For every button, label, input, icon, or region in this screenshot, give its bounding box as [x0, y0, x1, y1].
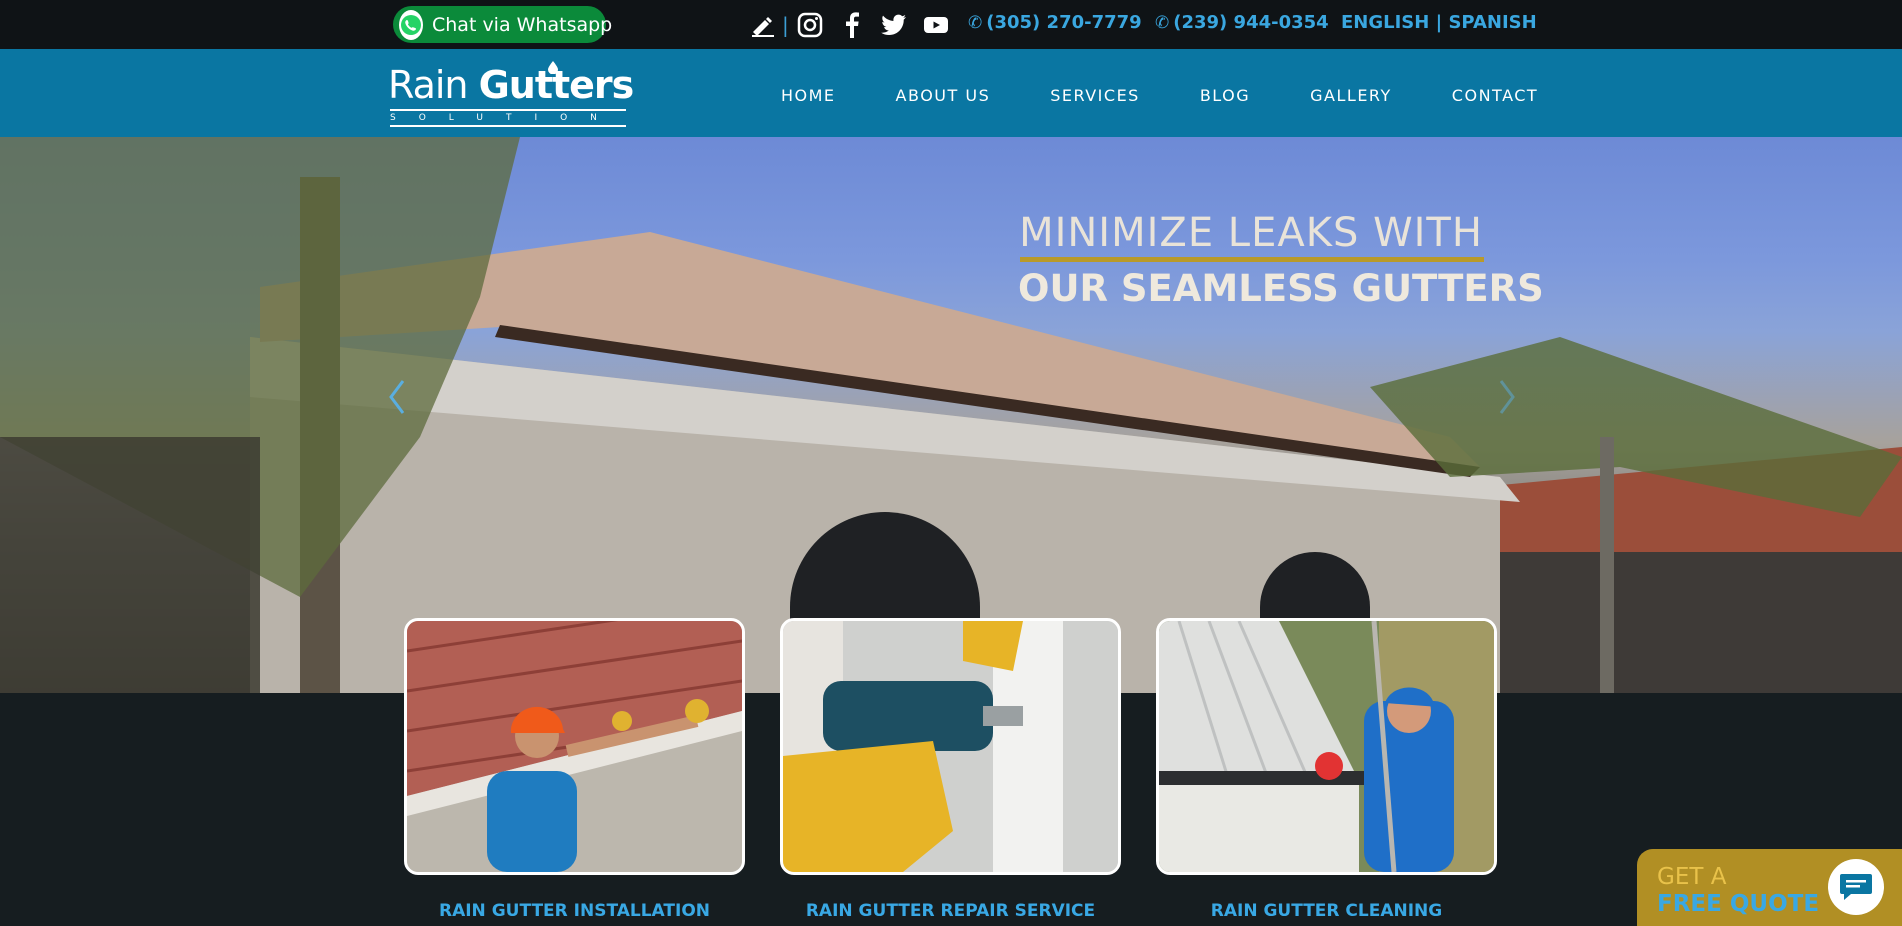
nav-services[interactable]: SERVICES: [1050, 86, 1140, 105]
nav-home[interactable]: HOME: [781, 86, 836, 105]
logo-subtitle: SOLUTION: [390, 109, 626, 127]
logo-wordmark: Rain Gutters: [388, 63, 634, 107]
hero-headline-line2: OUR SEAMLESS GUTTERS: [1018, 267, 1544, 310]
facebook-icon[interactable]: [837, 10, 867, 40]
hero-image: [0, 137, 1902, 693]
service-title-repair[interactable]: RAIN GUTTER REPAIR SERVICE: [780, 901, 1121, 921]
hero-headline-rule: [1020, 257, 1484, 262]
phone-link-1[interactable]: ✆ (305) 270-7779: [968, 12, 1142, 33]
service-card-repair[interactable]: [780, 618, 1121, 875]
main-nav: HOME ABOUT US SERVICES BLOG GALLERY CONT…: [781, 86, 1538, 105]
quote-line2: FREE QUOTE: [1657, 891, 1820, 917]
nav-gallery[interactable]: GALLERY: [1310, 86, 1392, 105]
lang-divider: |: [1429, 12, 1449, 33]
whatsapp-label: Chat via Whatsapp: [432, 13, 613, 36]
twitter-icon[interactable]: [879, 10, 909, 40]
repair-photo: [783, 621, 1118, 872]
service-card-installation[interactable]: [404, 618, 745, 875]
chat-icon: [1840, 874, 1872, 900]
slider-prev-arrow[interactable]: [385, 377, 409, 417]
phone-link-2[interactable]: ✆ (239) 944-0354: [1155, 12, 1329, 33]
hero-slideshow: [0, 137, 1902, 693]
nav-contact[interactable]: CONTACT: [1452, 86, 1538, 105]
lang-spanish-link[interactable]: SPANISH: [1448, 12, 1536, 33]
social-icons: |: [748, 10, 963, 40]
phone-number-1: (305) 270-7779: [986, 12, 1142, 33]
quote-line1: GET A: [1657, 864, 1727, 890]
water-drop-icon: [548, 61, 558, 74]
instagram-icon[interactable]: [795, 10, 825, 40]
service-title-cleaning[interactable]: RAIN GUTTER CLEANING: [1156, 901, 1497, 921]
edit-icon[interactable]: [748, 10, 778, 40]
cleaning-photo: [1159, 621, 1494, 872]
chat-widget-button[interactable]: [1828, 859, 1884, 915]
youtube-icon[interactable]: [921, 10, 951, 40]
language-switcher: ENGLISH | SPANISH: [1341, 12, 1537, 33]
top-separator: |: [782, 13, 789, 37]
slider-next-arrow[interactable]: [1495, 377, 1519, 417]
site-logo[interactable]: Rain Gutters SOLUTION: [388, 61, 634, 127]
phone-number-2: (239) 944-0354: [1173, 12, 1329, 33]
lang-english-link[interactable]: ENGLISH: [1341, 12, 1429, 33]
whatsapp-icon: [399, 9, 423, 40]
phone-icon: ✆: [1155, 12, 1170, 33]
service-card-cleaning[interactable]: [1156, 618, 1497, 875]
logo-rain: Rain: [388, 63, 479, 107]
nav-about-us[interactable]: ABOUT US: [896, 86, 991, 105]
service-title-installation[interactable]: RAIN GUTTER INSTALLATION: [404, 901, 745, 921]
nav-blog[interactable]: BLOG: [1200, 86, 1250, 105]
whatsapp-chat-button[interactable]: Chat via Whatsapp: [393, 6, 612, 43]
phone-icon: ✆: [968, 12, 983, 33]
installation-photo: [407, 621, 742, 872]
hero-headline-line1: MINIMIZE LEAKS WITH: [1019, 210, 1483, 256]
